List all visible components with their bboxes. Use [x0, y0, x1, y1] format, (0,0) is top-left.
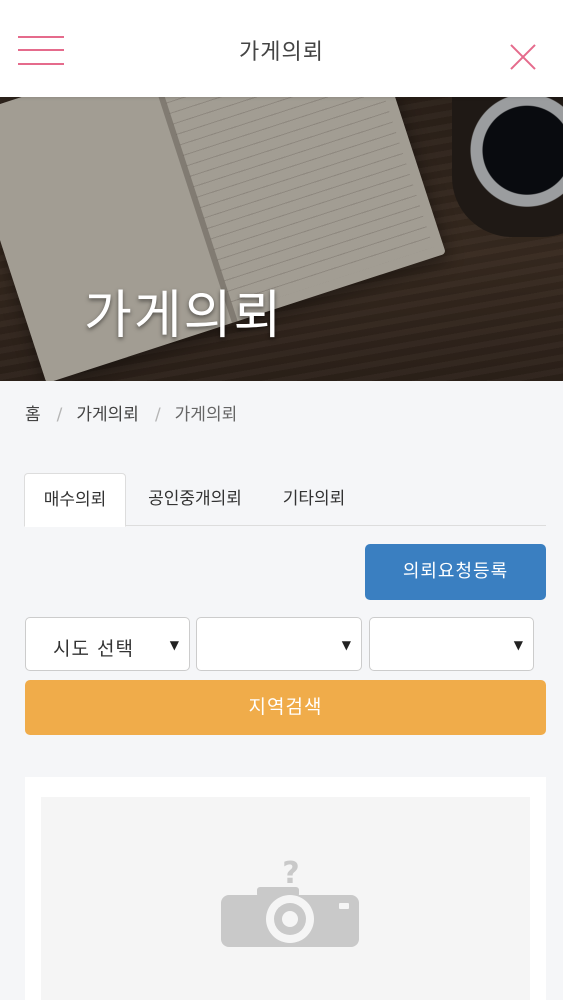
hero-title: 가게의뢰	[84, 286, 284, 346]
region-search-button[interactable]: 지역검색	[25, 680, 546, 735]
breadcrumb-current: 가게의뢰	[174, 405, 238, 425]
dropdown-arrow-icon: ▼	[169, 638, 179, 652]
breadcrumb-home[interactable]: 홈	[25, 405, 41, 425]
close-button[interactable]	[509, 43, 537, 71]
sigungu-select[interactable]: ▼	[196, 617, 362, 671]
svg-text:?: ?	[282, 857, 299, 891]
breadcrumb: 홈 / 가게의뢰 / 가게의뢰	[25, 400, 237, 425]
register-request-button[interactable]: 의뢰요청등록	[365, 544, 546, 600]
tab-purchase-request[interactable]: 매수의뢰	[24, 473, 126, 527]
listing-card[interactable]: ?	[25, 777, 546, 1000]
sido-select-value: 시도 선택	[53, 638, 134, 660]
request-tabs: 매수의뢰 공인중개의뢰 기타의뢰	[24, 473, 546, 527]
hero-banner: 가게의뢰	[0, 97, 563, 381]
dropdown-arrow-icon: ▼	[341, 638, 351, 652]
sido-select[interactable]: 시도 선택 ▼	[25, 617, 190, 671]
breadcrumb-category[interactable]: 가게의뢰	[76, 405, 139, 425]
dong-select[interactable]: ▼	[369, 617, 534, 671]
app-header: 가게의뢰	[0, 0, 563, 97]
breadcrumb-separator: /	[56, 405, 63, 425]
listing-image-placeholder: ?	[41, 797, 530, 1000]
page-title: 가게의뢰	[239, 40, 324, 65]
no-image-camera-icon: ?	[221, 857, 359, 947]
tab-other-request[interactable]: 기타의뢰	[267, 473, 361, 526]
breadcrumb-separator: /	[154, 405, 161, 425]
tab-broker-request[interactable]: 공인중개의뢰	[128, 473, 262, 526]
dropdown-arrow-icon: ▼	[513, 638, 523, 652]
